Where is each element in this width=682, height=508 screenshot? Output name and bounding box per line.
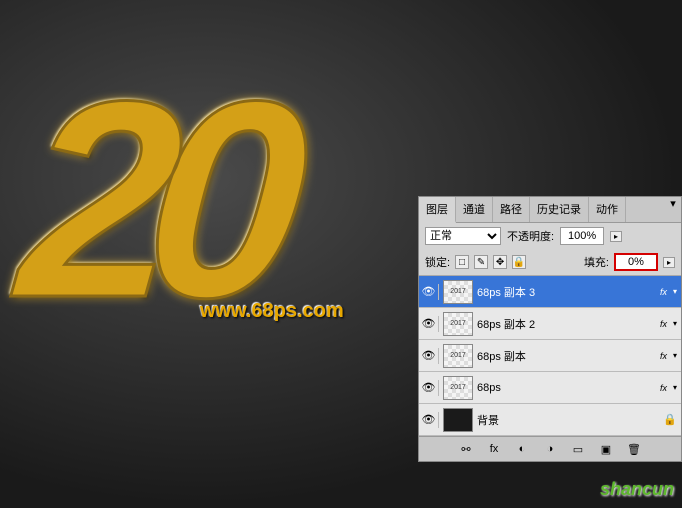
layer-thumbnail[interactable]: 2017	[443, 376, 473, 400]
layer-row[interactable]: 👁 2017 68ps fx ▾	[419, 372, 681, 404]
layer-name-label[interactable]: 背景	[477, 412, 659, 428]
delete-layer-icon[interactable]: 🗑	[625, 441, 643, 457]
watermark-url: www.68ps.com	[200, 300, 344, 323]
visibility-eye-icon[interactable]: 👁	[423, 380, 439, 396]
layers-panel: 图层 通道 路径 历史记录 动作 ▾ 正常 不透明度: ▸ 锁定: □ ✎ ✥ …	[418, 196, 682, 462]
opacity-input[interactable]	[560, 227, 604, 245]
fx-badge[interactable]: fx	[660, 383, 669, 393]
lock-all-icon[interactable]: 🔒	[512, 255, 526, 269]
layer-name-label[interactable]: 68ps 副本 3	[477, 284, 656, 300]
panel-tabs: 图层 通道 路径 历史记录 动作 ▾	[419, 197, 681, 223]
layer-row[interactable]: 👁 2017 68ps 副本 fx ▾	[419, 340, 681, 372]
fill-input[interactable]	[614, 253, 658, 271]
blend-mode-row: 正常 不透明度: ▸	[419, 223, 681, 249]
layer-name-label[interactable]: 68ps 副本	[477, 348, 656, 364]
visibility-eye-icon[interactable]: 👁	[423, 316, 439, 332]
tab-channels[interactable]: 通道	[456, 197, 493, 222]
chevron-down-icon[interactable]: ▾	[673, 383, 677, 392]
layer-style-icon[interactable]: fx	[485, 441, 503, 457]
layer-list: 👁 2017 68ps 副本 3 fx ▾ 👁 2017 68ps 副本 2 f…	[419, 276, 681, 436]
opacity-label: 不透明度:	[507, 228, 554, 244]
lock-position-icon[interactable]: ✥	[493, 255, 507, 269]
watermark-logo: shancun	[600, 479, 674, 500]
panel-menu-icon[interactable]: ▾	[665, 197, 681, 222]
layer-name-label[interactable]: 68ps	[477, 382, 656, 394]
layer-thumbnail[interactable]	[443, 408, 473, 432]
opacity-arrow-icon[interactable]: ▸	[610, 231, 622, 242]
lock-icon: 🔒	[663, 413, 677, 426]
adjustment-layer-icon[interactable]: ◑	[541, 441, 559, 457]
lock-transparency-icon[interactable]: □	[455, 255, 469, 269]
layer-mask-icon[interactable]: ◐	[513, 441, 531, 457]
link-layers-icon[interactable]: ⚯	[457, 441, 475, 457]
new-layer-icon[interactable]: ▣	[597, 441, 615, 457]
layer-thumbnail[interactable]: 2017	[443, 280, 473, 304]
panel-footer: ⚯ fx ◐ ◑ ▭ ▣ 🗑	[419, 436, 681, 461]
fill-arrow-icon[interactable]: ▸	[663, 257, 675, 268]
fill-label: 填充:	[584, 254, 609, 270]
visibility-eye-icon[interactable]: 👁	[423, 412, 439, 428]
chevron-down-icon[interactable]: ▾	[673, 351, 677, 360]
blend-mode-select[interactable]: 正常	[425, 227, 501, 245]
chevron-down-icon[interactable]: ▾	[673, 287, 677, 296]
visibility-eye-icon[interactable]: 👁	[423, 348, 439, 364]
visibility-eye-icon[interactable]: 👁	[423, 284, 439, 300]
tab-paths[interactable]: 路径	[493, 197, 530, 222]
tab-history[interactable]: 历史记录	[530, 197, 589, 222]
fx-badge[interactable]: fx	[660, 287, 669, 297]
chevron-down-icon[interactable]: ▾	[673, 319, 677, 328]
layer-group-icon[interactable]: ▭	[569, 441, 587, 457]
fx-badge[interactable]: fx	[660, 351, 669, 361]
layer-row[interactable]: 👁 2017 68ps 副本 2 fx ▾	[419, 308, 681, 340]
layer-name-label[interactable]: 68ps 副本 2	[477, 316, 656, 332]
lock-row: 锁定: □ ✎ ✥ 🔒 填充: ▸	[419, 249, 681, 276]
lock-pixels-icon[interactable]: ✎	[474, 255, 488, 269]
tab-layers[interactable]: 图层	[419, 197, 456, 223]
tab-actions[interactable]: 动作	[589, 197, 626, 222]
layer-thumbnail[interactable]: 2017	[443, 344, 473, 368]
lock-label: 锁定:	[425, 254, 450, 270]
layer-row[interactable]: 👁 2017 68ps 副本 3 fx ▾	[419, 276, 681, 308]
layer-thumbnail[interactable]: 2017	[443, 312, 473, 336]
layer-row[interactable]: 👁 背景 🔒	[419, 404, 681, 436]
fx-badge[interactable]: fx	[660, 319, 669, 329]
